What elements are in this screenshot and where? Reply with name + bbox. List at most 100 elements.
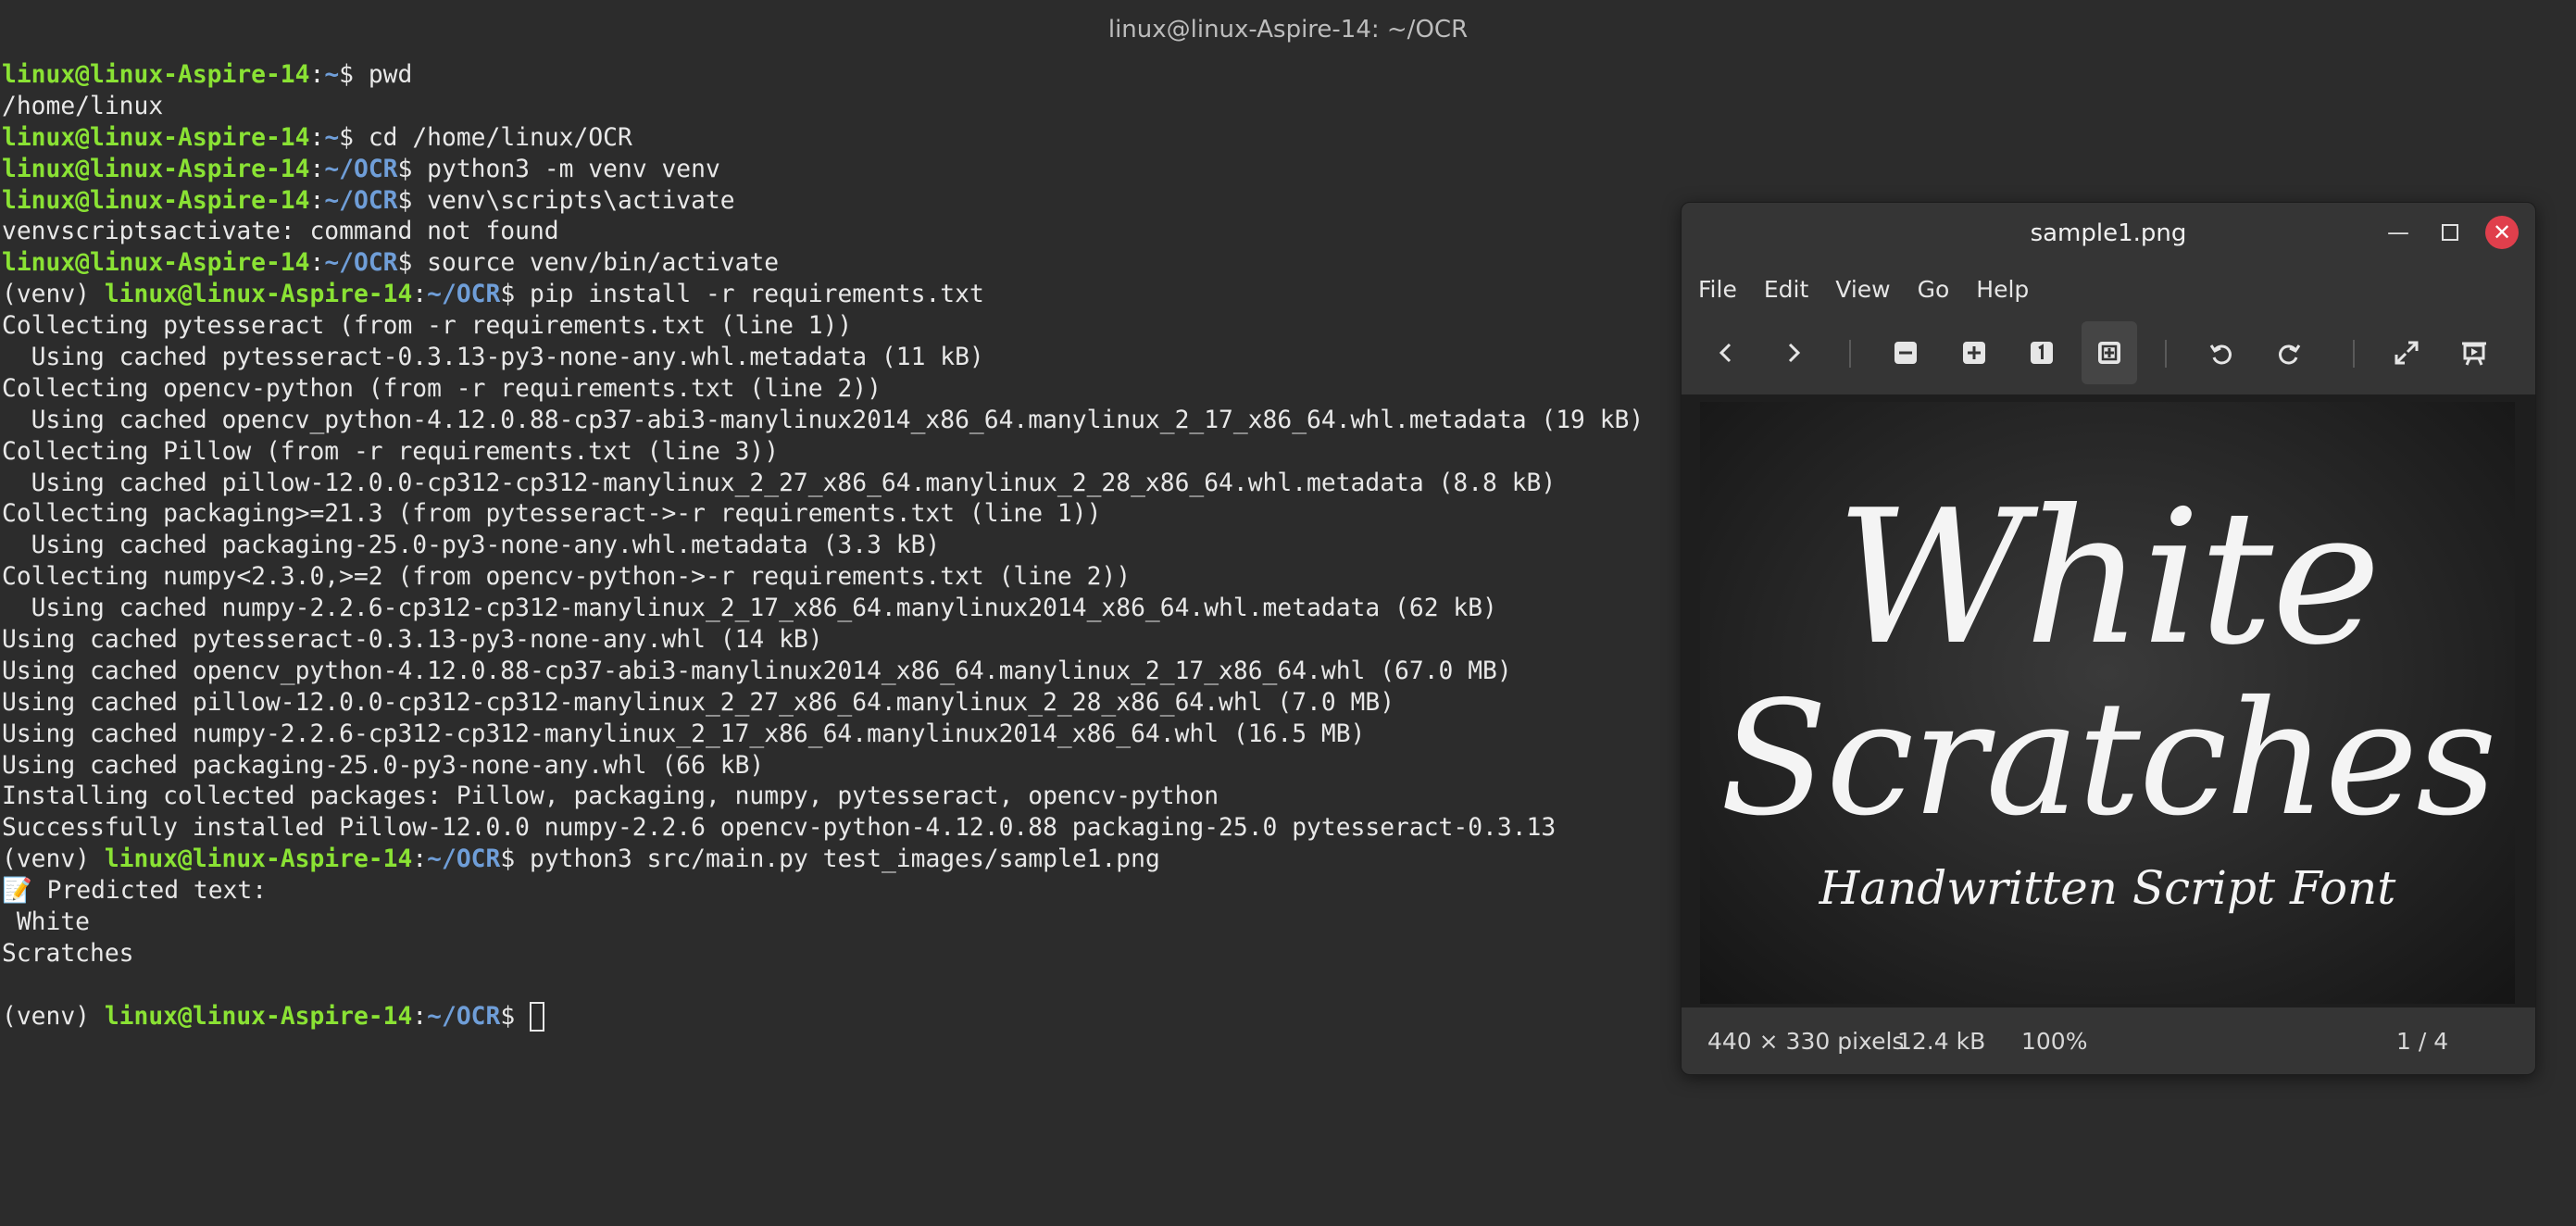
command-text: $ pwd (339, 61, 413, 89)
image-canvas[interactable]: White Scratches Handwritten Script Font (1682, 394, 2535, 1007)
prompt-path: ~/OCR (427, 281, 501, 309)
output-text: Scratches (2, 939, 134, 968)
zoom-level: 100% (2021, 1027, 2088, 1055)
menu-go[interactable]: Go (1918, 276, 1950, 303)
terminal-line: Using cached pillow-12.0.0-cp312-cp312-m… (2, 469, 1669, 500)
venv-prefix: (venv) (2, 845, 105, 874)
best-fit-icon (2098, 342, 2120, 364)
terminal-line: Collecting pytesseract (from -r requirem… (2, 311, 1669, 343)
prompt-path: ~ (324, 61, 340, 89)
menu-view[interactable]: View (1835, 276, 1890, 303)
menu-bar: File Edit View Go Help (1682, 266, 2056, 312)
toolbar-separator (2165, 340, 2167, 368)
output-text: /home/linux (2, 92, 164, 120)
output-text: White (2, 908, 90, 937)
image-dimensions: 440 × 330 pixels (1707, 1027, 1905, 1055)
terminal-titlebar[interactable]: linux@linux-Aspire-14: ~/OCR (0, 0, 2576, 59)
prompt-colon: : (309, 249, 325, 278)
output-text: Collecting pytesseract (from -r requirem… (2, 312, 853, 341)
minimize-icon: — (2387, 219, 2409, 245)
terminal-line: Using cached packaging-25.0-py3-none-any… (2, 531, 1669, 562)
rotate-right-button[interactable] (2261, 321, 2317, 384)
prompt-user: linux@linux-Aspire-14 (2, 186, 310, 215)
output-text: Using cached numpy-2.2.6-cp312-cp312-man… (2, 594, 1497, 623)
prompt-path: ~/OCR (324, 249, 398, 278)
terminal-line: (venv) linux@linux-Aspire-14:~/OCR$ pyth… (2, 844, 1669, 876)
prompt-symbol: $ (500, 1002, 530, 1031)
best-fit-button[interactable] (2082, 321, 2137, 384)
prompt-colon: : (412, 1002, 428, 1031)
terminal-line: Collecting packaging>=21.3 (from pytesse… (2, 499, 1669, 531)
output-text: Collecting opencv-python (from -r requir… (2, 374, 882, 403)
prompt-path: ~/OCR (324, 155, 398, 183)
output-text: venvscriptsactivate: command not found (2, 218, 559, 246)
image-viewer-window[interactable]: sample1.png — ✕ File Edit View Go Help W… (1681, 202, 2536, 1075)
toolbar-separator (2353, 340, 2355, 368)
prompt-user: linux@linux-Aspire-14 (2, 61, 310, 89)
output-text: Using cached numpy-2.2.6-cp312-cp312-man… (2, 719, 1366, 748)
terminal-line: venvscriptsactivate: command not found (2, 217, 1669, 248)
output-text: Using cached packaging-25.0-py3-none-any… (2, 532, 941, 560)
slideshow-button[interactable] (2446, 321, 2502, 384)
zoom-normal-button[interactable] (2014, 321, 2070, 384)
close-button[interactable]: ✕ (2485, 216, 2519, 249)
terminal-line: linux@linux-Aspire-14:~$ cd /home/linux/… (2, 123, 1669, 155)
menu-edit[interactable]: Edit (1764, 276, 1808, 303)
output-text: Using cached opencv_python-4.12.0.88-cp3… (2, 406, 1644, 434)
terminal-line: linux@linux-Aspire-14:~/OCR$ venv\script… (2, 186, 1669, 218)
menu-file[interactable]: File (1698, 276, 1737, 303)
terminal-prompt: (venv) linux@linux-Aspire-14:~/OCR$ (2, 1001, 1669, 1033)
previous-button[interactable] (1698, 321, 1754, 384)
venv-prefix: (venv) (2, 1002, 105, 1031)
command-text: $ python3 -m venv venv (397, 155, 720, 183)
terminal-line: linux@linux-Aspire-14:~$ pwd (2, 60, 1669, 92)
terminal-line: Successfully installed Pillow-12.0.0 num… (2, 813, 1669, 844)
prompt-user: linux@linux-Aspire-14 (104, 281, 413, 309)
prompt-colon: : (309, 61, 325, 89)
image-subtitle: Handwritten Script Font (1819, 861, 2396, 915)
terminal-line: Using cached packaging-25.0-py3-none-any… (2, 751, 1669, 782)
minimize-button[interactable]: — (2382, 216, 2415, 249)
output-text: 📝 Predicted text: (2, 877, 268, 906)
terminal-line: Using cached opencv_python-4.12.0.88-cp3… (2, 657, 1669, 688)
terminal-line: Using cached numpy-2.2.6-cp312-cp312-man… (2, 719, 1669, 751)
command-text: $ cd /home/linux/OCR (339, 123, 632, 152)
rotate-left-icon (2209, 344, 2232, 365)
slideshow-icon (2462, 342, 2486, 366)
terminal-line: 📝 Predicted text: (2, 876, 1669, 907)
next-button[interactable] (1766, 321, 1821, 384)
prompt-user: linux@linux-Aspire-14 (104, 1002, 413, 1031)
output-text: Using cached packaging-25.0-py3-none-any… (2, 751, 765, 780)
terminal-cursor[interactable] (530, 1001, 544, 1032)
prompt-path: ~/OCR (324, 186, 398, 215)
terminal-line: linux@linux-Aspire-14:~/OCR$ source venv… (2, 248, 1669, 280)
terminal-line: Collecting opencv-python (from -r requir… (2, 374, 1669, 406)
menu-help[interactable]: Help (1976, 276, 2029, 303)
zoom-in-button[interactable] (1946, 321, 2002, 384)
image-text-scratches: Scratches (1719, 668, 2496, 851)
command-text: $ pip install -r requirements.txt (500, 281, 984, 309)
next-icon (1788, 343, 1801, 363)
output-text: Collecting Pillow (from -r requirements.… (2, 437, 780, 466)
terminal-output[interactable]: linux@linux-Aspire-14:~$ pwd/home/linux l… (2, 60, 1669, 1033)
prompt-path: ~/OCR (427, 1002, 501, 1031)
output-text: Using cached pillow-12.0.0-cp312-cp312-m… (2, 688, 1395, 717)
output-text: Collecting packaging>=21.3 (from pytesse… (2, 500, 1102, 529)
prompt-colon: : (412, 281, 428, 309)
command-text: $ python3 src/main.py test_images/sample… (500, 845, 1160, 874)
output-text: Using cached pytesseract-0.3.13-py3-none… (2, 344, 984, 372)
rotate-right-icon (2279, 344, 2301, 365)
viewer-titlebar[interactable]: sample1.png — ✕ (1682, 203, 2535, 264)
maximize-button[interactable] (2433, 216, 2467, 249)
zoom-out-button[interactable] (1878, 321, 1933, 384)
rotate-left-button[interactable] (2194, 321, 2249, 384)
close-icon: ✕ (2492, 219, 2512, 245)
terminal-line: Scratches (2, 939, 1669, 970)
image-position: 1 / 4 (2396, 1027, 2449, 1055)
terminal-line: Using cached pillow-12.0.0-cp312-cp312-m… (2, 688, 1669, 719)
fullscreen-button[interactable] (2379, 321, 2434, 384)
output-text: Using cached pillow-12.0.0-cp312-cp312-m… (2, 469, 1557, 497)
prompt-colon: : (412, 845, 428, 874)
prompt-colon: : (309, 155, 325, 183)
